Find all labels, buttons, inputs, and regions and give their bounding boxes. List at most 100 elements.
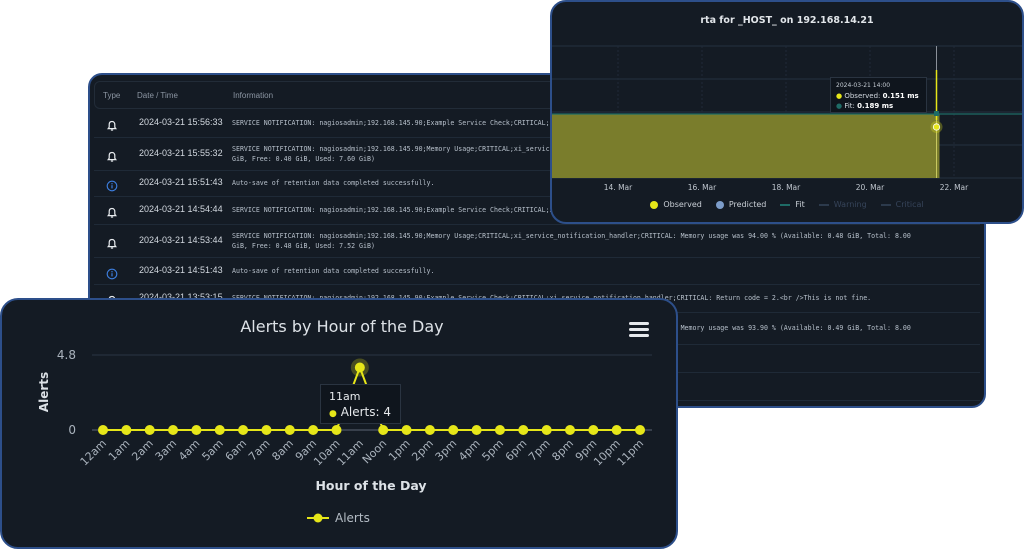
alerts-point [401, 425, 412, 435]
alerts-point [261, 425, 272, 435]
legend-label: Alerts [335, 511, 370, 525]
alerts-point [378, 425, 389, 435]
x-tick-label: 2am [129, 437, 155, 463]
alerts-point [635, 425, 646, 435]
alerts-point [121, 425, 132, 435]
log-row[interactable]: 2024-03-21 14:53:44 SERVICE NOTIFICATION:… [94, 224, 980, 258]
log-row-datetime: 2024-03-21 15:51:43 [139, 177, 223, 187]
observed-dot-icon [650, 200, 659, 209]
log-row-datetime: 2024-03-21 14:53:44 [139, 234, 223, 245]
observed-area [552, 114, 940, 178]
x-tick-label: 22. Mar [940, 183, 969, 192]
tooltip-timestamp: 2024-03-21 14:00 [836, 82, 891, 89]
alerts-point [214, 425, 225, 435]
legend-label: Warning [833, 200, 867, 209]
log-row-datetime: 2024-03-21 15:55:32 [139, 147, 223, 158]
tooltip-fit-label: Fit: [844, 102, 855, 110]
legend-label: Fit [795, 200, 805, 209]
x-tick-label: 8pm [549, 437, 576, 464]
x-tick-label: 5pm [479, 437, 506, 464]
legend-item-predicted[interactable]: Predicted [715, 200, 767, 209]
x-tick-label: 14. Mar [604, 183, 633, 192]
legend-item-fit[interactable]: Fit [780, 200, 805, 209]
rta-chart-panel: rta for _HOST_ on 192.168.14.21 14. Mar 1… [550, 0, 1024, 224]
log-row[interactable]: 2024-03-21 14:51:43 Auto-save of retentio… [94, 257, 980, 285]
alerts-tooltip: 11am ● Alerts: 4 [320, 384, 401, 424]
alerts-point [588, 425, 599, 435]
alerts-point [471, 425, 482, 435]
alerts-point [518, 425, 529, 435]
column-header-type[interactable]: Type [103, 91, 120, 100]
log-row-datetime: 2024-03-21 15:56:33 [139, 117, 223, 127]
y-tick-label: 0 [68, 423, 76, 437]
warning-line-icon [818, 203, 829, 206]
column-header-information[interactable]: Information [233, 91, 273, 100]
bell-icon [106, 148, 118, 162]
alerts-point [144, 425, 155, 435]
tooltip-observed-value: 0.151 ms [882, 92, 919, 100]
alerts-point [308, 425, 319, 435]
rta-tooltip: 2024-03-21 14:00 ● Observed: 0.151 ms ● … [830, 77, 927, 113]
bell-icon [106, 117, 118, 131]
critical-line-icon [880, 203, 891, 206]
x-tick-label: 1am [106, 437, 132, 463]
alerts-point [494, 425, 505, 435]
fit-marker [934, 111, 939, 116]
y-axis-label: Alerts [37, 372, 51, 412]
x-axis-label: Hour of the Day [315, 478, 426, 493]
x-tick-label: 3am [153, 437, 179, 463]
x-tick-label: 20. Mar [856, 183, 885, 192]
x-tick-label: 12am [78, 437, 109, 468]
alerts-point [98, 425, 108, 435]
x-tick-label: 3pm [433, 437, 460, 464]
tooltip-category: 11am [329, 390, 361, 403]
alerts-point [448, 425, 459, 435]
x-tick-label: 5am [199, 437, 225, 463]
legend-item-observed[interactable]: Observed [650, 200, 702, 209]
log-row-information: Auto-save of retention data completed su… [232, 266, 435, 275]
legend-item-critical[interactable]: Critical [880, 200, 924, 209]
alerts-point [354, 362, 365, 373]
alerts-by-hour-panel: Alerts by Hour of the Day 0 4.8 Alerts Hour… [0, 298, 678, 549]
tooltip-value: Alerts: 4 [340, 405, 391, 419]
y-tick-label: 4.8 [57, 348, 76, 362]
alerts-point [541, 425, 552, 435]
legend-item-alerts[interactable]: Alerts [307, 511, 370, 525]
observed-point [932, 123, 941, 131]
x-tick-label: 7am [246, 437, 272, 463]
x-tick-label: 16. Mar [688, 183, 717, 192]
x-tick-label: 6am [223, 437, 249, 463]
tooltip-observed-label: Observed: [844, 92, 881, 100]
legend-label: Observed [663, 200, 702, 209]
log-row-information: SERVICE NOTIFICATION: nagiosadmin;192.16… [232, 231, 911, 250]
alerts-point [424, 425, 435, 435]
rta-chart-plot[interactable]: 14. Mar 16. Mar 18. Mar 20. Mar 22. Mar [552, 2, 1024, 224]
tooltip-fit-value: 0.189 ms [857, 102, 894, 110]
x-tick-label: Noon [360, 437, 389, 466]
x-tick-label: 7pm [526, 437, 553, 464]
x-tick-label: 4am [176, 437, 202, 463]
x-tick-label: 2pm [409, 437, 436, 464]
rta-chart-legend: Observed Predicted Fit Warning Critical [552, 200, 1022, 209]
x-tick-label: 11am [335, 437, 366, 468]
x-tick-label: 11pm [615, 437, 647, 469]
x-tick-label: 8am [269, 437, 295, 463]
info-circle-icon [106, 265, 118, 279]
bell-icon [106, 235, 118, 249]
legend-label: Critical [895, 200, 924, 209]
alerts-point [331, 425, 342, 435]
log-row-datetime: 2024-03-21 14:51:43 [139, 264, 223, 275]
predicted-dot-icon [715, 200, 724, 209]
fit-line-icon [780, 203, 791, 206]
alerts-legend-marker-icon [307, 513, 329, 523]
x-tick-label: 4pm [456, 437, 483, 464]
alerts-point [191, 425, 202, 435]
alerts-point [238, 425, 249, 435]
log-row-datetime: 2024-03-21 14:54:44 [139, 204, 223, 214]
alerts-point [611, 425, 622, 435]
x-tick-label: 6pm [503, 437, 530, 464]
column-header-datetime[interactable]: Date / Time [137, 91, 178, 100]
legend-label: Predicted [728, 200, 767, 209]
legend-item-warning[interactable]: Warning [818, 200, 867, 209]
alerts-point [565, 425, 575, 435]
